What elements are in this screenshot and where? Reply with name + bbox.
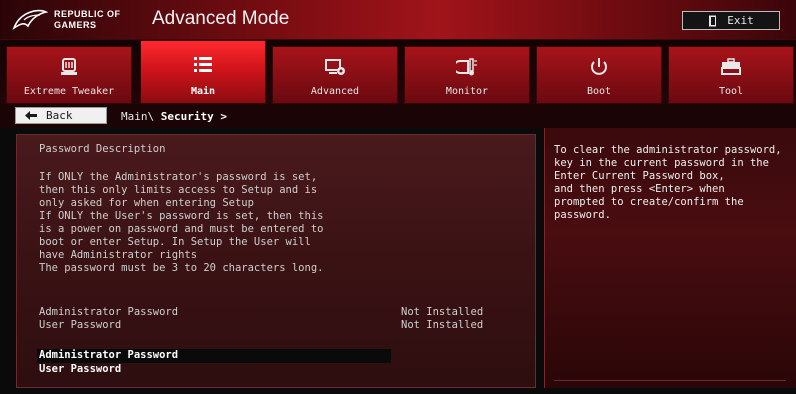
description-line: only asked for when entering Setup [39,197,254,209]
tab-advanced[interactable]: Advanced [272,46,398,104]
tab-label: Main [190,86,216,97]
page-title: Advanced Mode [152,8,290,29]
thermometer-icon [456,58,477,76]
help-line: and then press <Enter> when [554,183,725,195]
tab-bar: Extreme Tweaker Main Advanced Monitor Bo… [0,40,796,104]
back-button[interactable]: Back [15,107,107,124]
security-settings-panel: Password Description If ONLY the Adminis… [16,134,536,388]
logo-text-line1: REPUBLIC OF [54,9,121,19]
cpu-cooler-icon [61,58,77,75]
help-line: password. [554,209,611,221]
exit-label: Exit [727,14,754,27]
description-line: boot or enter Setup. In Setup the User w… [39,236,311,248]
description-line: is a power on password and must be enter… [39,223,324,235]
help-divider [544,128,545,388]
admin-password-option[interactable]: Administrator Password [37,349,391,363]
description-heading: Password Description [39,143,166,155]
exit-door-icon [709,15,717,26]
tab-label: Boot [586,86,612,97]
tab-label: Advanced [310,86,360,97]
tab-main[interactable]: Main [140,40,266,104]
breadcrumb-bar: Back Main\ Security > [0,104,796,128]
list-icon [194,57,212,72]
description-line: have Administrator rights [39,249,198,261]
tab-boot[interactable]: Boot [536,46,662,104]
rog-eye-icon [12,9,48,31]
tab-label: Tool [718,86,744,97]
help-line: prompted to create/confirm the [554,196,744,208]
user-password-status-value: Not Installed [401,319,484,331]
help-line: Enter Current Password box, [554,170,725,182]
description-line: If ONLY the User's password is set, then… [39,210,324,222]
rog-logo: REPUBLIC OF GAMERS [12,4,130,36]
user-password-option[interactable]: User Password [37,363,391,377]
description-line: If ONLY the Administrator's password is … [39,171,318,183]
logo-text-line2: GAMERS [54,20,97,30]
power-icon [591,58,607,75]
user-password-status-label: User Password [39,319,122,331]
tab-label: Monitor [445,86,489,97]
help-bottom-divider [554,380,786,381]
settings-chip-icon [325,59,345,75]
title-bar: REPUBLIC OF GAMERS Advanced Mode Exit [0,0,796,40]
admin-password-status-value: Not Installed [401,306,484,318]
tab-label: Extreme Tweaker [23,86,115,97]
tab-monitor[interactable]: Monitor [404,46,530,104]
help-line: key in the current password in the [554,157,769,169]
description-line: The password must be 3 to 20 characters … [39,262,324,274]
description-line: then this only limits access to Setup an… [39,184,318,196]
admin-password-status-label: Administrator Password [39,306,179,318]
back-arrow-icon [25,111,37,120]
breadcrumb: Main\ Security > [121,110,227,123]
tab-extreme-tweaker[interactable]: Extreme Tweaker [6,46,132,104]
help-panel: To clear the administrator password, key… [544,128,796,388]
back-label: Back [46,109,73,122]
breadcrumb-parent[interactable]: Main\ [121,110,161,123]
help-line: To clear the administrator password, [554,144,782,156]
exit-button[interactable]: Exit [682,11,780,30]
toolbox-icon [721,58,741,75]
tab-tool[interactable]: Tool [668,46,794,104]
breadcrumb-current: Security > [160,110,227,123]
